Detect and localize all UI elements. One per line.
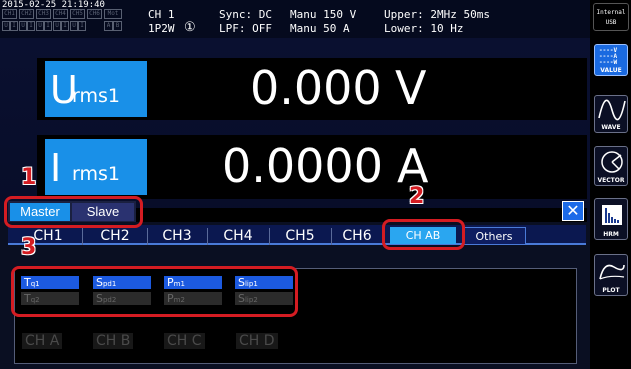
tab-separator (331, 228, 332, 245)
wiring-mark: ① (184, 20, 196, 35)
wave-icon (598, 99, 626, 121)
hrm-menu-label: HRM (603, 231, 619, 238)
callout-box-2 (382, 219, 465, 250)
ch-indicator: CH6 (87, 9, 102, 19)
plot-menu-label: PLOT (602, 287, 620, 294)
parameter-subscript: rms1 (72, 163, 120, 185)
measurement-value: 0.0000 (222, 139, 383, 193)
lower-limit: Lower: 10 Hz (384, 22, 464, 35)
ch-ui-indicator: B (113, 21, 122, 31)
upper-limit: Upper: 2MHz 50ms (384, 8, 490, 21)
instrument-screen: 2015-02-25 21:19:40 CH1 CH2 CH3 CH4 CH5 … (0, 0, 631, 369)
tab-ch4[interactable]: CH4 (210, 227, 266, 245)
callout-number-1: 1 (21, 165, 37, 190)
ch-ui-indicator: I (10, 21, 18, 31)
callout-number-2: 2 (409, 184, 425, 209)
vector-icon (601, 151, 623, 173)
ch-ui-indicator: I (44, 21, 52, 31)
function-menu: Internal USB ----V ----A ----W VALUE WAV… (590, 0, 631, 369)
ch-ui-indicator: U (19, 21, 27, 31)
channel-d-button[interactable]: CH D (236, 333, 278, 349)
vector-menu-label: VECTOR (597, 177, 625, 184)
ch-ui-indicator: U (36, 21, 44, 31)
tab-separator (82, 228, 83, 245)
parameter-symbol: I (50, 146, 62, 190)
sync-source: Sync: DC (219, 8, 272, 21)
tab-separator (147, 228, 148, 245)
lpf-setting: LPF: OFF (219, 22, 272, 35)
wave-menu-label: WAVE (601, 124, 621, 131)
ch-indicator: CH2 (19, 9, 34, 19)
ch-ui-indicator: A (104, 21, 113, 31)
tab-ch2[interactable]: CH2 (86, 227, 144, 245)
hrm-icon (602, 205, 622, 225)
callout-box-3 (11, 266, 298, 317)
channel-c-button[interactable]: CH C (164, 333, 205, 349)
tab-ch6[interactable]: CH6 (336, 227, 378, 245)
parameter-label-urms1[interactable]: U rms1 (45, 61, 147, 117)
measurement-row: I rms1 0.0000 A (37, 135, 587, 199)
tab-others[interactable]: Others (462, 227, 526, 245)
parameter-label-irms1[interactable]: I rms1 (45, 139, 147, 195)
hrm-menu-button[interactable]: HRM (594, 198, 628, 240)
ch-ui-indicator: I (27, 21, 35, 31)
ch-ui-indicator: I (78, 21, 86, 31)
storage-indicator: Internal USB (593, 3, 629, 31)
parameter-subscript: rms1 (72, 85, 120, 107)
current-range: Manu 50 A (290, 22, 350, 35)
vector-menu-button[interactable]: VECTOR (594, 146, 628, 186)
plot-menu-button[interactable]: PLOT (594, 254, 628, 296)
measurement-row: U rms1 0.000 V (37, 58, 587, 120)
value-menu-button[interactable]: ----V ----A ----W VALUE (594, 44, 628, 76)
ch-indicator: CH3 (36, 9, 51, 19)
callout-box-1 (4, 196, 143, 228)
value-menu-label: VALUE (600, 67, 622, 74)
tab-ch5[interactable]: CH5 (272, 227, 328, 245)
callout-number-3: 3 (21, 235, 37, 260)
tab-separator (207, 228, 208, 245)
ch-ui-indicator: U (2, 21, 10, 31)
measurement-unit: A (397, 139, 429, 193)
ch-indicator: CH1 (2, 9, 17, 19)
channel-a-button[interactable]: CH A (22, 333, 63, 349)
channel-label: CH 1 (148, 8, 175, 21)
measurement-value: 0.000 (250, 61, 382, 115)
close-button[interactable]: ✕ (562, 201, 584, 221)
voltage-range: Manu 150 V (290, 8, 357, 21)
status-bar: 2015-02-25 21:19:40 CH1 CH2 CH3 CH4 CH5 … (0, 0, 590, 38)
tab-ch3[interactable]: CH3 (150, 227, 204, 245)
ch-ui-indicator: U (70, 21, 78, 31)
ch-ui-indicator: I (61, 21, 69, 31)
ch-indicator: CH4 (53, 9, 68, 19)
plot-icon (599, 264, 625, 280)
storage-sub-label: USB (605, 19, 617, 26)
measurement-unit: V (395, 61, 427, 115)
storage-label: Internal (596, 9, 626, 16)
wiring-label: 1P2W (148, 22, 175, 35)
value-icon-row: W (613, 59, 618, 66)
tab-separator (269, 228, 270, 245)
ch-ui-indicator: U (53, 21, 61, 31)
channel-b-button[interactable]: CH B (93, 333, 134, 349)
ch-indicator: CH5 (70, 9, 85, 19)
value-icon: ----V ----A ----W (599, 47, 618, 66)
wave-menu-button[interactable]: WAVE (594, 95, 628, 133)
ch-indicator: Mot (104, 9, 122, 19)
